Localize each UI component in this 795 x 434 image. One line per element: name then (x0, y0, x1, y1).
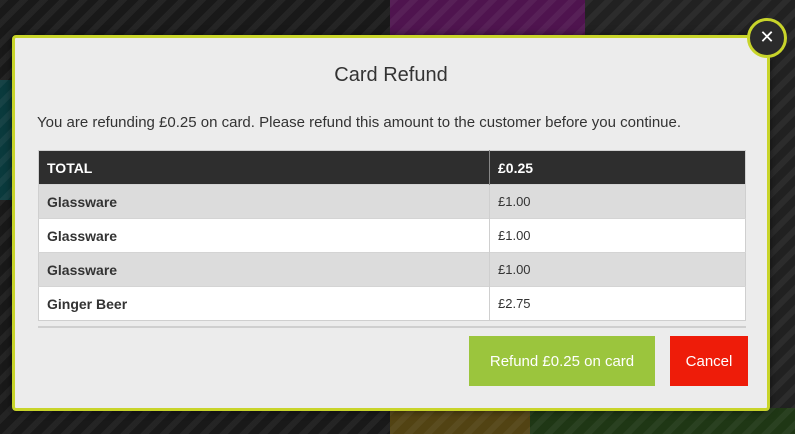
table-row: Ginger Beer £2.75 (38, 286, 746, 321)
refund-on-card-button[interactable]: Refund £0.25 on card (469, 336, 655, 386)
close-button[interactable]: ✕ (747, 18, 787, 58)
item-price: £1.00 (489, 184, 746, 219)
table-row: Glassware £1.00 (38, 184, 746, 219)
refund-message: You are refunding £0.25 on card. Please … (37, 114, 682, 131)
table-header-row: TOTAL £0.25 (38, 150, 746, 185)
dialog-title: Card Refund (334, 64, 448, 86)
close-icon: ✕ (759, 27, 775, 48)
item-name: Glassware (38, 218, 490, 253)
item-name: Ginger Beer (38, 286, 490, 321)
footer-divider (38, 326, 746, 328)
refund-items-table: TOTAL £0.25 Glassware £1.00 Glassware £1… (38, 150, 746, 321)
cancel-button[interactable]: Cancel (670, 336, 748, 386)
item-name: Glassware (38, 252, 490, 287)
table-row: Glassware £1.00 (38, 252, 746, 287)
total-label: TOTAL (38, 150, 490, 185)
item-price: £1.00 (489, 252, 746, 287)
card-refund-dialog: Card Refund You are refunding £0.25 on c… (12, 35, 770, 411)
item-price: £2.75 (489, 286, 746, 321)
item-price: £1.00 (489, 218, 746, 253)
table-row: Glassware £1.00 (38, 218, 746, 253)
item-name: Glassware (38, 184, 490, 219)
total-amount: £0.25 (489, 150, 746, 185)
